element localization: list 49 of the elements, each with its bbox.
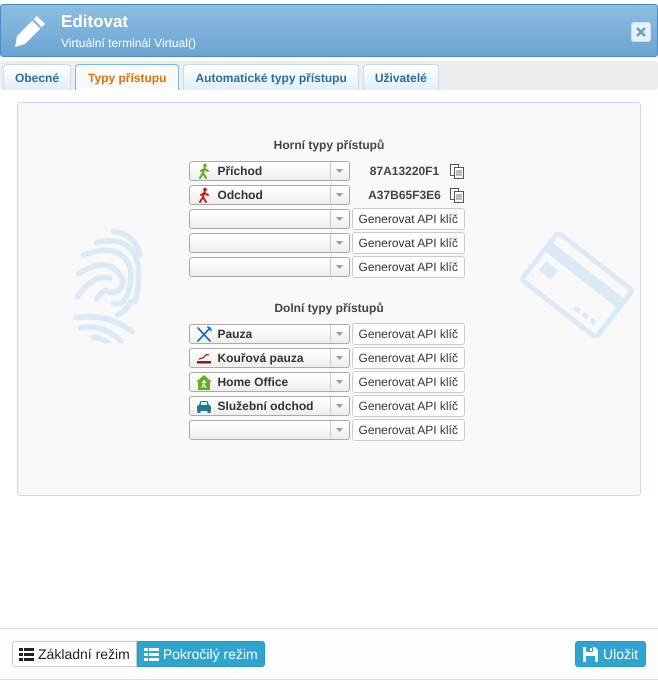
caret-icon xyxy=(336,404,343,408)
caret-icon xyxy=(336,193,343,197)
house-icon xyxy=(196,374,212,390)
copy-icon[interactable] xyxy=(450,188,464,202)
caret-icon xyxy=(336,380,343,384)
access-type-dropdown[interactable]: Příchod xyxy=(188,161,350,181)
generate-key-button[interactable]: Generovat API klíč xyxy=(352,323,465,345)
dialog-title: Editovat xyxy=(61,12,130,32)
caret-icon xyxy=(336,332,343,336)
dialog-subtitle: Virtuální terminál Virtual() xyxy=(61,36,196,50)
copy-icon[interactable] xyxy=(450,164,464,178)
access-type-dropdown[interactable] xyxy=(188,209,350,229)
car-icon xyxy=(196,398,212,414)
section-heading: Horní typy přístupů xyxy=(274,138,384,152)
generate-key-button[interactable]: Generovat API klíč xyxy=(352,395,465,417)
access-type-dropdown[interactable] xyxy=(188,257,350,277)
close-button[interactable] xyxy=(631,22,651,42)
pencil-icon xyxy=(13,14,47,48)
caret-icon xyxy=(336,356,343,360)
access-type-dropdown[interactable]: Služební odchod xyxy=(188,396,350,416)
caret-icon xyxy=(336,428,343,432)
section-heading: Dolní typy přístupů xyxy=(274,301,384,315)
floppy-icon xyxy=(582,646,598,662)
tab[interactable]: Automatické typy přístupu xyxy=(183,64,359,90)
generate-key-button[interactable]: Generovat API klíč xyxy=(352,232,465,254)
access-type-dropdown[interactable]: Home Office xyxy=(188,372,350,392)
access-type-dropdown[interactable]: Pauza xyxy=(188,324,350,344)
close-icon xyxy=(636,27,646,37)
access-type-dropdown[interactable] xyxy=(188,420,350,440)
caret-icon xyxy=(336,241,343,245)
access-type-dropdown[interactable] xyxy=(188,233,350,253)
access-type-dropdown[interactable]: Odchod xyxy=(188,185,350,205)
tab[interactable]: Uživatelé xyxy=(362,64,439,90)
generate-key-button[interactable]: Generovat API klíč xyxy=(352,371,465,393)
list-icon xyxy=(19,648,34,660)
caret-icon xyxy=(336,265,343,269)
generate-key-button[interactable]: Generovat API klíč xyxy=(352,347,465,369)
api-key: A37B65F3E6 xyxy=(362,188,446,202)
api-key: 87A13220F1 xyxy=(362,164,446,178)
generate-key-button[interactable]: Generovat API klíč xyxy=(352,419,465,441)
list-icon xyxy=(144,648,159,660)
tab[interactable]: Obecné xyxy=(3,64,72,90)
caret-icon xyxy=(336,169,343,173)
mode-button[interactable]: Základní režim xyxy=(12,641,137,667)
cutlery-icon xyxy=(196,326,212,342)
access-type-dropdown[interactable]: Kouřová pauza xyxy=(188,348,350,368)
generate-key-button[interactable]: Generovat API klíč xyxy=(352,208,465,230)
caret-icon xyxy=(336,217,343,221)
generate-key-button[interactable]: Generovat API klíč xyxy=(352,256,465,278)
